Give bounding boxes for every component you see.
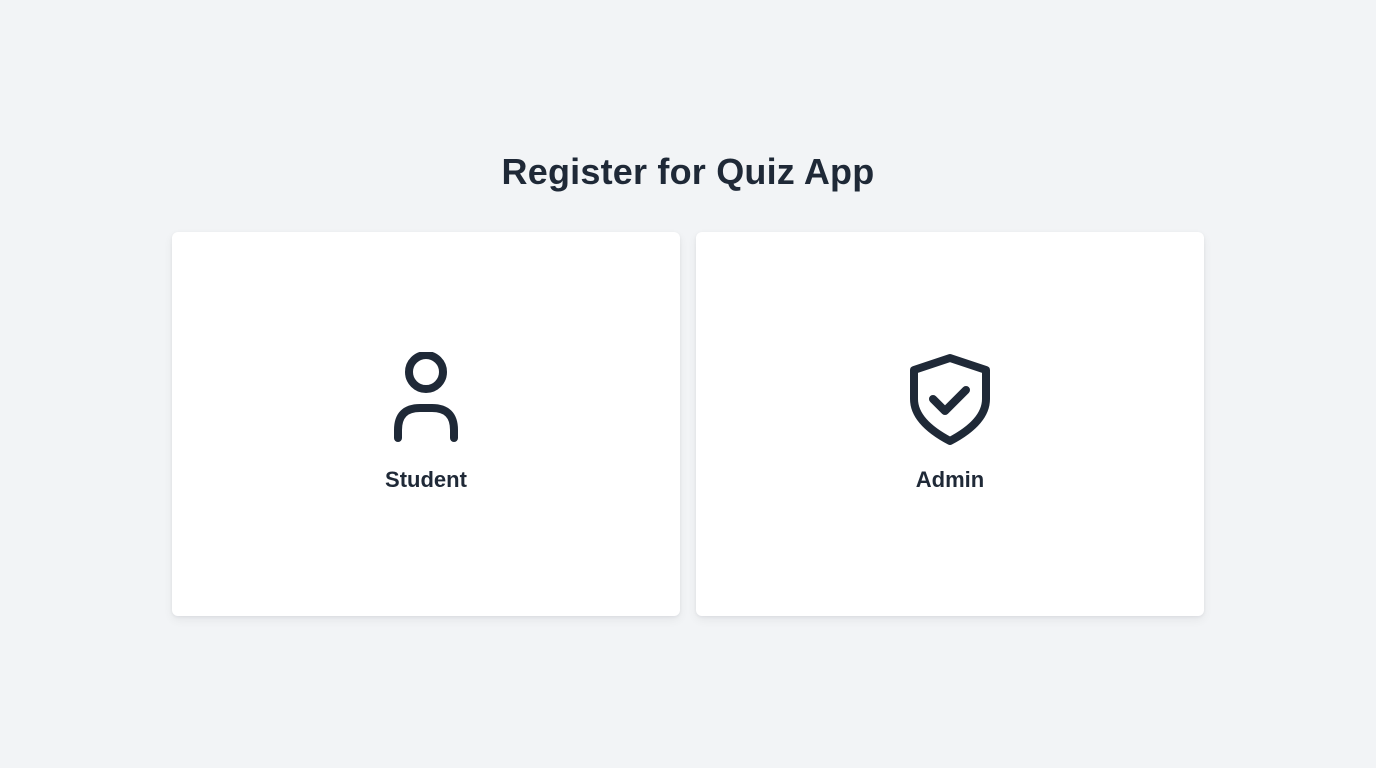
student-role-card[interactable]: Student: [172, 232, 680, 616]
admin-label: Admin: [915, 467, 985, 492]
shield-check-icon: [902, 352, 998, 448]
register-page: Register for Quiz App Student Admin: [0, 0, 1376, 768]
student-label: Student: [385, 467, 467, 492]
page-title: Register for Quiz App: [501, 151, 875, 192]
user-icon: [378, 352, 474, 448]
admin-role-card[interactable]: Admin: [696, 232, 1204, 616]
